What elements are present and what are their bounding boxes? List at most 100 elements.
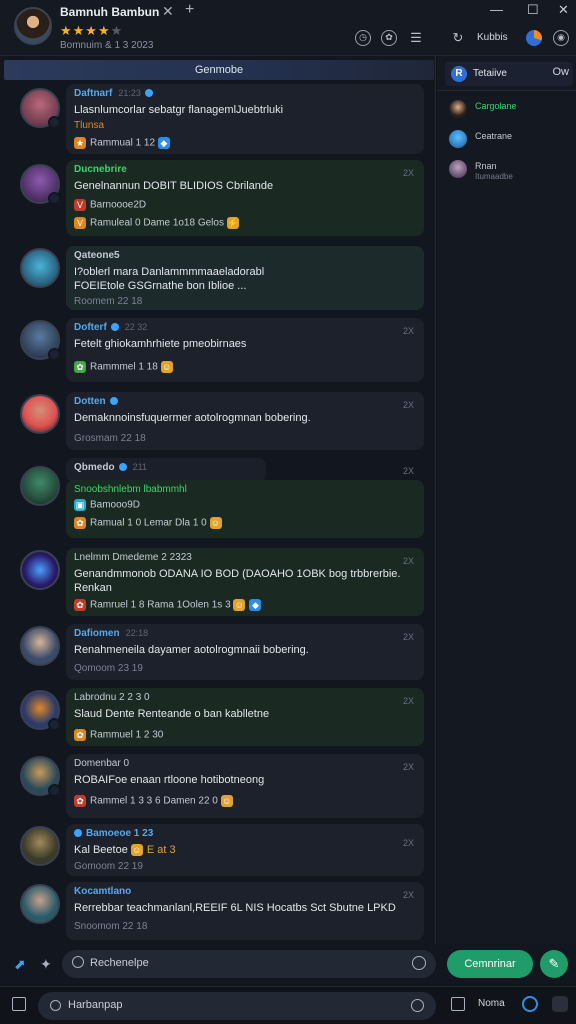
spark-icon[interactable]: ✦ (40, 956, 52, 973)
message-author[interactable]: Ducnebrire (74, 164, 416, 175)
message-time: 21:23 (118, 88, 141, 98)
menu-icon[interactable]: ☰ (408, 30, 424, 46)
mail-icon[interactable] (451, 997, 465, 1011)
rating-stars-off: ★ (110, 23, 124, 38)
active-filter-chip[interactable]: R Tetaiive Ow (445, 62, 573, 86)
emoji-icon[interactable]: ☺ (209, 517, 222, 529)
message-meta-2: Ramuleal 0 Dame 1o18 Gelos (90, 217, 224, 229)
message-text: Kal Beetoe (74, 844, 128, 856)
emoji-icon[interactable]: ☺ (233, 599, 246, 611)
tab-subline: Bomnuim & 1 3 2023 (60, 40, 154, 51)
message-author[interactable]: Dotten (74, 396, 106, 407)
divider (437, 90, 576, 91)
avatar[interactable] (20, 320, 61, 361)
message-meta: Rammmel 1 18 (90, 361, 158, 373)
emoji-icon[interactable]: ☺ (220, 795, 233, 807)
app-icon[interactable] (552, 996, 568, 1012)
avatar[interactable] (20, 884, 60, 924)
maximize-icon[interactable]: ☐ (527, 2, 539, 18)
message-time: 22:18 (125, 628, 149, 638)
message-author[interactable]: Dafiomen (74, 628, 120, 639)
clock-icon[interactable]: ◷ (355, 30, 371, 46)
user-avatar[interactable] (14, 7, 52, 45)
message-text: Genelnannun DOBIT BLIDIOS Cbrilande (74, 180, 274, 192)
message-author[interactable]: Qbmedo (74, 462, 115, 473)
message-author[interactable]: Labrodnu 2 2 3 0 (74, 692, 416, 703)
avatar[interactable] (20, 626, 60, 666)
message-author[interactable]: Lnelmm Dmedeme 2 2323 (74, 552, 416, 563)
avatar[interactable] (20, 248, 60, 288)
message-sub: Tlunsa (74, 120, 105, 131)
refresh-label[interactable]: Kubbis (477, 32, 508, 43)
send-button[interactable]: Cemnrinar (447, 950, 533, 978)
avatar[interactable] (20, 88, 61, 129)
grid-icon[interactable] (12, 997, 26, 1011)
message-card: Daftnarf 21:23 Llasnlumcorlar sebatgr fla… (66, 84, 424, 154)
sidebar-item[interactable]: Rnan Itumaadbe (449, 158, 569, 182)
shield-icon[interactable]: ◆ (157, 137, 170, 149)
message-text-2: Renkan (74, 582, 112, 594)
reaction-icon[interactable]: V (74, 217, 86, 229)
message-badge: 2X (402, 890, 414, 900)
message-author[interactable]: Dofterf (74, 322, 107, 333)
new-tab-button[interactable]: + (185, 1, 194, 19)
tab-close-icon[interactable]: ✕ (162, 3, 174, 20)
settings-icon[interactable]: ✿ (381, 30, 397, 46)
reaction-icon[interactable]: ✿ (74, 729, 86, 741)
message-meta: Bamooo9D (90, 499, 141, 511)
avatar[interactable] (20, 466, 60, 506)
avatar[interactable] (20, 550, 60, 590)
sidebar-item-sub: Itumaadbe (475, 172, 513, 181)
message-text: Snoobshnlebm lbabmmhl (74, 484, 187, 495)
rating-stars-on: ★★★★ (60, 23, 111, 38)
avatar[interactable] (20, 394, 60, 434)
profile-icon[interactable]: ◉ (553, 30, 569, 46)
reaction-icon[interactable]: ✿ (74, 517, 86, 529)
pen-icon[interactable]: ✎ (540, 950, 568, 978)
window-close-icon[interactable]: ✕ (558, 2, 569, 18)
message-author[interactable]: Bamoeoe 1 23 (86, 828, 153, 839)
app-badge-icon[interactable] (526, 30, 542, 46)
game-icon[interactable]: V (74, 199, 86, 211)
message-author[interactable]: Qateone5 (74, 250, 416, 261)
title-bar: Bamnuh Bambun ★★★★★ Bomnuim & 1 3 2023 ✕… (0, 0, 576, 56)
reaction-icon[interactable]: ✿ (74, 795, 86, 807)
message-text: Demaknnoinsfuquermer aotolrogmnan boberi… (74, 412, 311, 424)
reaction-icon[interactable]: ✿ (74, 599, 86, 611)
avatar[interactable] (20, 826, 60, 866)
emoji-icon[interactable]: ☺ (130, 844, 143, 857)
message-badge: 2X (402, 632, 414, 642)
message-author[interactable]: Kocamtlano (74, 886, 416, 897)
message-text: I?oblerl mara Danlammmmaaeladorabl (74, 266, 265, 278)
emoji-icon[interactable]: ⚡ (226, 217, 239, 229)
game-icon[interactable]: ▣ (74, 499, 86, 511)
emoji-icon[interactable] (412, 956, 426, 970)
taskbar-search[interactable]: Harbanpap (38, 992, 436, 1020)
minimize-icon[interactable]: — (490, 2, 503, 17)
message-author[interactable]: Domenbar 0 (74, 758, 416, 769)
message-author[interactable]: Daftnarf (74, 88, 112, 99)
more-options[interactable]: Ow (553, 66, 570, 78)
sidebar-item[interactable]: Ceatrane (449, 128, 569, 152)
attach-icon[interactable]: ⬈ (14, 956, 26, 973)
emoji-icon[interactable]: ☺ (160, 361, 173, 373)
reaction-icon[interactable]: ✿ (74, 361, 86, 373)
right-sidebar: R Tetaiive Ow Cargolane Ceatrane Rnan It… (437, 56, 576, 944)
taskbar-search-placeholder: Harbanpap (68, 999, 123, 1011)
sidebar-item-label: Rnan (475, 161, 497, 171)
avatar[interactable] (20, 164, 61, 205)
search-submit-icon[interactable] (411, 999, 424, 1012)
taskbar-label[interactable]: Noma (478, 998, 505, 1009)
tab-title[interactable]: Bamnuh Bambun (60, 5, 159, 19)
avatar[interactable] (20, 690, 61, 731)
message-text: Slaud Dente Renteande o ban kablletne (74, 708, 270, 720)
verified-icon (110, 323, 119, 332)
message-input[interactable]: Rechenelpe (62, 950, 436, 978)
message-card: Bamoeoe 1 23 Kal Beetoe ☺ E at 3 Gomoom 2… (66, 824, 424, 876)
browser-icon[interactable] (522, 996, 538, 1012)
reaction-icon[interactable]: ★ (74, 137, 86, 149)
sidebar-item[interactable]: Cargolane (449, 98, 569, 122)
shield-icon[interactable]: ◆ (249, 599, 262, 611)
avatar[interactable] (20, 756, 61, 797)
refresh-icon[interactable]: ↻ (450, 30, 466, 46)
